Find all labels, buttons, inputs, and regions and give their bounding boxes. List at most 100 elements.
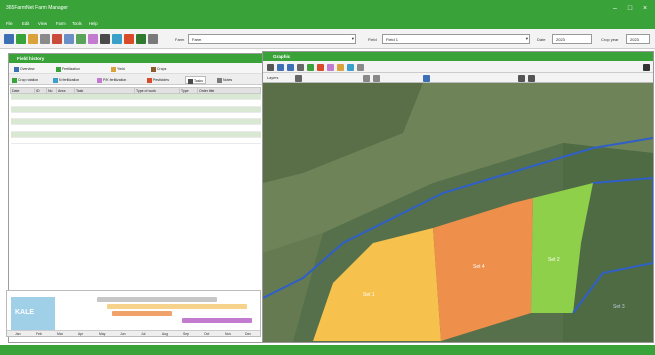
tab-crops[interactable]: Crops — [149, 65, 168, 73]
copy-icon[interactable] — [363, 75, 370, 82]
tab-pesticides[interactable]: Pesticides — [145, 76, 171, 84]
timeline-bar[interactable] — [97, 297, 217, 302]
month-label: Jul — [141, 332, 146, 336]
farm-select[interactable]: Farm ▾ — [188, 34, 356, 44]
month-label: Dec — [245, 332, 252, 336]
map-icon[interactable] — [16, 34, 26, 44]
table-cell — [34, 137, 47, 145]
menu-farm[interactable]: Farm — [56, 21, 66, 26]
task-table-body — [10, 93, 261, 145]
field-history-title: Field history — [17, 56, 45, 61]
export-icon[interactable] — [347, 64, 354, 71]
crop-year-value: 2023 — [630, 37, 639, 42]
sync-icon[interactable] — [148, 34, 158, 44]
pdf-icon[interactable] — [52, 34, 62, 44]
month-label: Nov — [225, 332, 232, 336]
tab-tasks[interactable]: Tasks — [185, 76, 206, 84]
status-bar — [0, 345, 655, 355]
tab-n-fertilization[interactable]: N fertilization — [51, 76, 81, 84]
timeline-months: Jan Feb Mar Apr May Jun Jul Aug Sep Oct … — [7, 330, 260, 336]
menu-help[interactable]: Help — [89, 21, 98, 26]
field-select[interactable]: Field 1 ▾ — [382, 34, 530, 44]
maximize-icon[interactable]: □ — [625, 4, 635, 14]
text-icon[interactable] — [337, 64, 344, 71]
month-label: Apr — [78, 332, 84, 336]
tab-fertilization[interactable]: Fertilization — [54, 65, 82, 73]
zoom-in-icon[interactable] — [277, 64, 284, 71]
print-icon[interactable] — [357, 64, 364, 71]
home-icon[interactable] — [4, 34, 14, 44]
map-canvas[interactable]: Set 1 Set 2 Set 3 Set 4 — [263, 83, 653, 342]
table-row[interactable] — [10, 137, 261, 145]
satellite-map[interactable]: Set 1 Set 2 Set 3 Set 4 — [263, 83, 653, 342]
layers-label[interactable]: Layers — [267, 76, 278, 80]
print-icon[interactable] — [40, 34, 50, 44]
menu-view[interactable]: View — [38, 21, 47, 26]
close-icon[interactable]: × — [640, 4, 650, 14]
date-field[interactable]: 2023 — [552, 34, 592, 44]
month-label: Oct — [204, 332, 210, 336]
report-icon[interactable] — [76, 34, 86, 44]
tab-crop-rotation[interactable]: Crop rotation — [10, 76, 40, 84]
document-icon[interactable] — [64, 34, 74, 44]
crop-year-select[interactable]: 2023 — [626, 34, 650, 44]
tab-yield[interactable]: Yield — [109, 65, 127, 73]
field-label-2: Set 2 — [548, 257, 560, 263]
settings-icon[interactable] — [124, 34, 134, 44]
month-label: Mar — [57, 332, 63, 336]
yield-icon — [111, 66, 116, 72]
measure-icon[interactable] — [317, 64, 324, 71]
graphic-title: Graphic — [273, 54, 291, 59]
task-table: Date ID No Area Task Type of work Type O… — [10, 87, 261, 145]
paste-icon[interactable] — [373, 75, 380, 82]
date-label: Date — [537, 37, 546, 42]
minimize-icon[interactable]: – — [610, 4, 620, 14]
zoom-out-icon[interactable] — [287, 64, 294, 71]
month-label: Feb — [36, 332, 42, 336]
graphic-header: Graphic — [263, 52, 653, 61]
timeline-bar[interactable] — [112, 311, 172, 316]
location-icon[interactable] — [643, 64, 650, 71]
redo-icon[interactable] — [528, 75, 535, 82]
farm-value: Farm — [192, 37, 202, 42]
grid-icon[interactable] — [100, 34, 110, 44]
month-label: Sep — [183, 332, 190, 336]
pointer-icon[interactable] — [267, 64, 274, 71]
table-cell — [74, 137, 135, 145]
menu-file[interactable]: File — [6, 21, 13, 26]
notes-icon — [217, 77, 222, 83]
layer-settings-icon[interactable] — [295, 75, 302, 82]
graphic-panel: Graphic Layers Set 1 Set 2 Set 3 Set 4 — [262, 51, 654, 343]
globe-icon[interactable] — [136, 34, 146, 44]
timeline-bar[interactable] — [107, 304, 247, 309]
tab-overview[interactable]: Overview — [12, 65, 37, 73]
chart-icon[interactable] — [88, 34, 98, 44]
table-cell — [197, 137, 261, 145]
map-subtoolbar: Layers — [263, 73, 653, 83]
draw-icon[interactable] — [307, 64, 314, 71]
timeline-bar[interactable] — [182, 318, 252, 323]
area-icon[interactable] — [423, 75, 430, 82]
farm-label: Farm — [175, 37, 185, 42]
layer-icon[interactable] — [327, 64, 334, 71]
month-label: May — [99, 332, 106, 336]
undo-icon[interactable] — [518, 75, 525, 82]
table-cell — [179, 137, 198, 145]
menu-tools[interactable]: Tools — [72, 21, 82, 26]
tab-notes[interactable]: Notes — [215, 76, 234, 84]
field-history-tabs: Overview Fertilization Yield Crops — [9, 63, 262, 74]
tab-pk-fertilization[interactable]: P/K fertilization — [95, 76, 128, 84]
folder-icon[interactable] — [28, 34, 38, 44]
menu-bar: File Edit View Farm Tools Help — [0, 18, 655, 29]
crop-label: KALE — [15, 309, 35, 316]
pan-icon[interactable] — [297, 64, 304, 71]
field-label: Field — [368, 37, 377, 42]
calendar-icon[interactable] — [112, 34, 122, 44]
crops-icon — [151, 66, 156, 72]
pk-fertilization-icon — [97, 77, 102, 83]
crop-rotation-icon — [12, 77, 17, 83]
field-history-header: Field history — [9, 54, 262, 63]
table-cell — [46, 137, 57, 145]
menu-edit[interactable]: Edit — [22, 21, 29, 26]
field-label-4: Set 4 — [473, 264, 485, 270]
